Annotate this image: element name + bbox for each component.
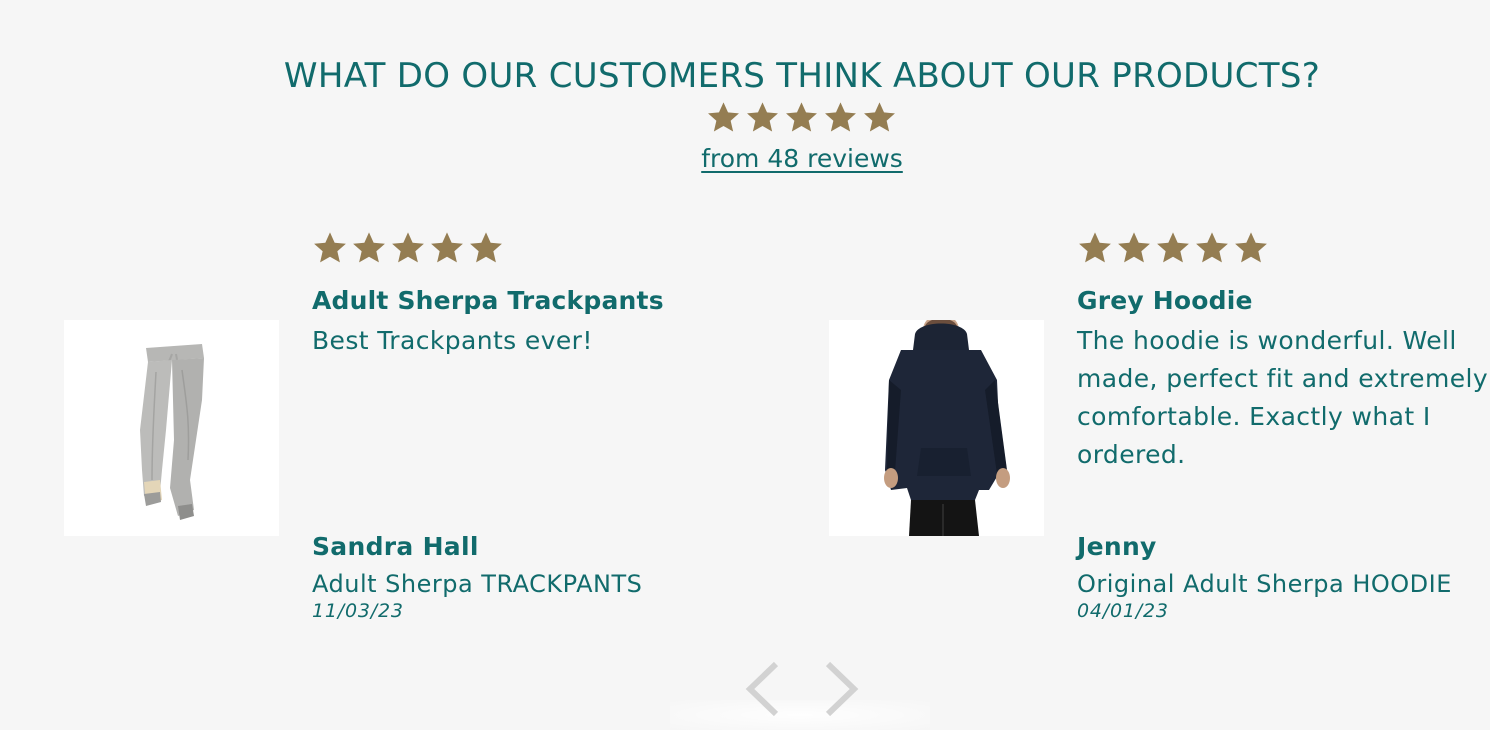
review-rating-stars (1077, 230, 1269, 266)
review-body: Best Trackpants ever! (312, 326, 593, 355)
star-icon (390, 230, 426, 266)
review-author: Sandra Hall (312, 532, 479, 561)
star-icon (429, 230, 465, 266)
review-card[interactable]: Grey Hoodie The hoodie is wonderful. Wel… (829, 230, 1490, 630)
chevron-right-icon (825, 661, 859, 717)
carousel-shadow (670, 700, 930, 730)
review-card[interactable]: Adult Sherpa Trackpants Best Trackpants … (64, 230, 784, 630)
review-author: Jenny (1077, 532, 1157, 561)
star-icon (1233, 230, 1269, 266)
star-icon (1155, 230, 1191, 266)
reviews-carousel[interactable]: Adult Sherpa Trackpants Best Trackpants … (0, 0, 1490, 722)
navy-hoodie-image[interactable] (829, 320, 1044, 536)
review-date: 11/03/23 (312, 600, 404, 622)
star-icon (312, 230, 348, 266)
grey-trackpants-image[interactable] (64, 320, 279, 536)
review-rating-stars (312, 230, 504, 266)
review-product[interactable]: Original Adult Sherpa HOODIE (1077, 570, 1452, 598)
review-title: Adult Sherpa Trackpants (312, 286, 664, 315)
review-body: The hoodie is wonderful. Well made, perf… (1077, 326, 1489, 469)
star-icon (1194, 230, 1230, 266)
carousel-next-button[interactable] (822, 660, 862, 718)
star-icon (1077, 230, 1113, 266)
star-icon (468, 230, 504, 266)
chevron-left-icon (745, 661, 779, 717)
star-icon (1116, 230, 1152, 266)
carousel-prev-button[interactable] (742, 660, 782, 718)
review-date: 04/01/23 (1077, 600, 1169, 622)
review-product[interactable]: Adult Sherpa TRACKPANTS (312, 570, 642, 598)
review-title: Grey Hoodie (1077, 286, 1253, 315)
star-icon (351, 230, 387, 266)
